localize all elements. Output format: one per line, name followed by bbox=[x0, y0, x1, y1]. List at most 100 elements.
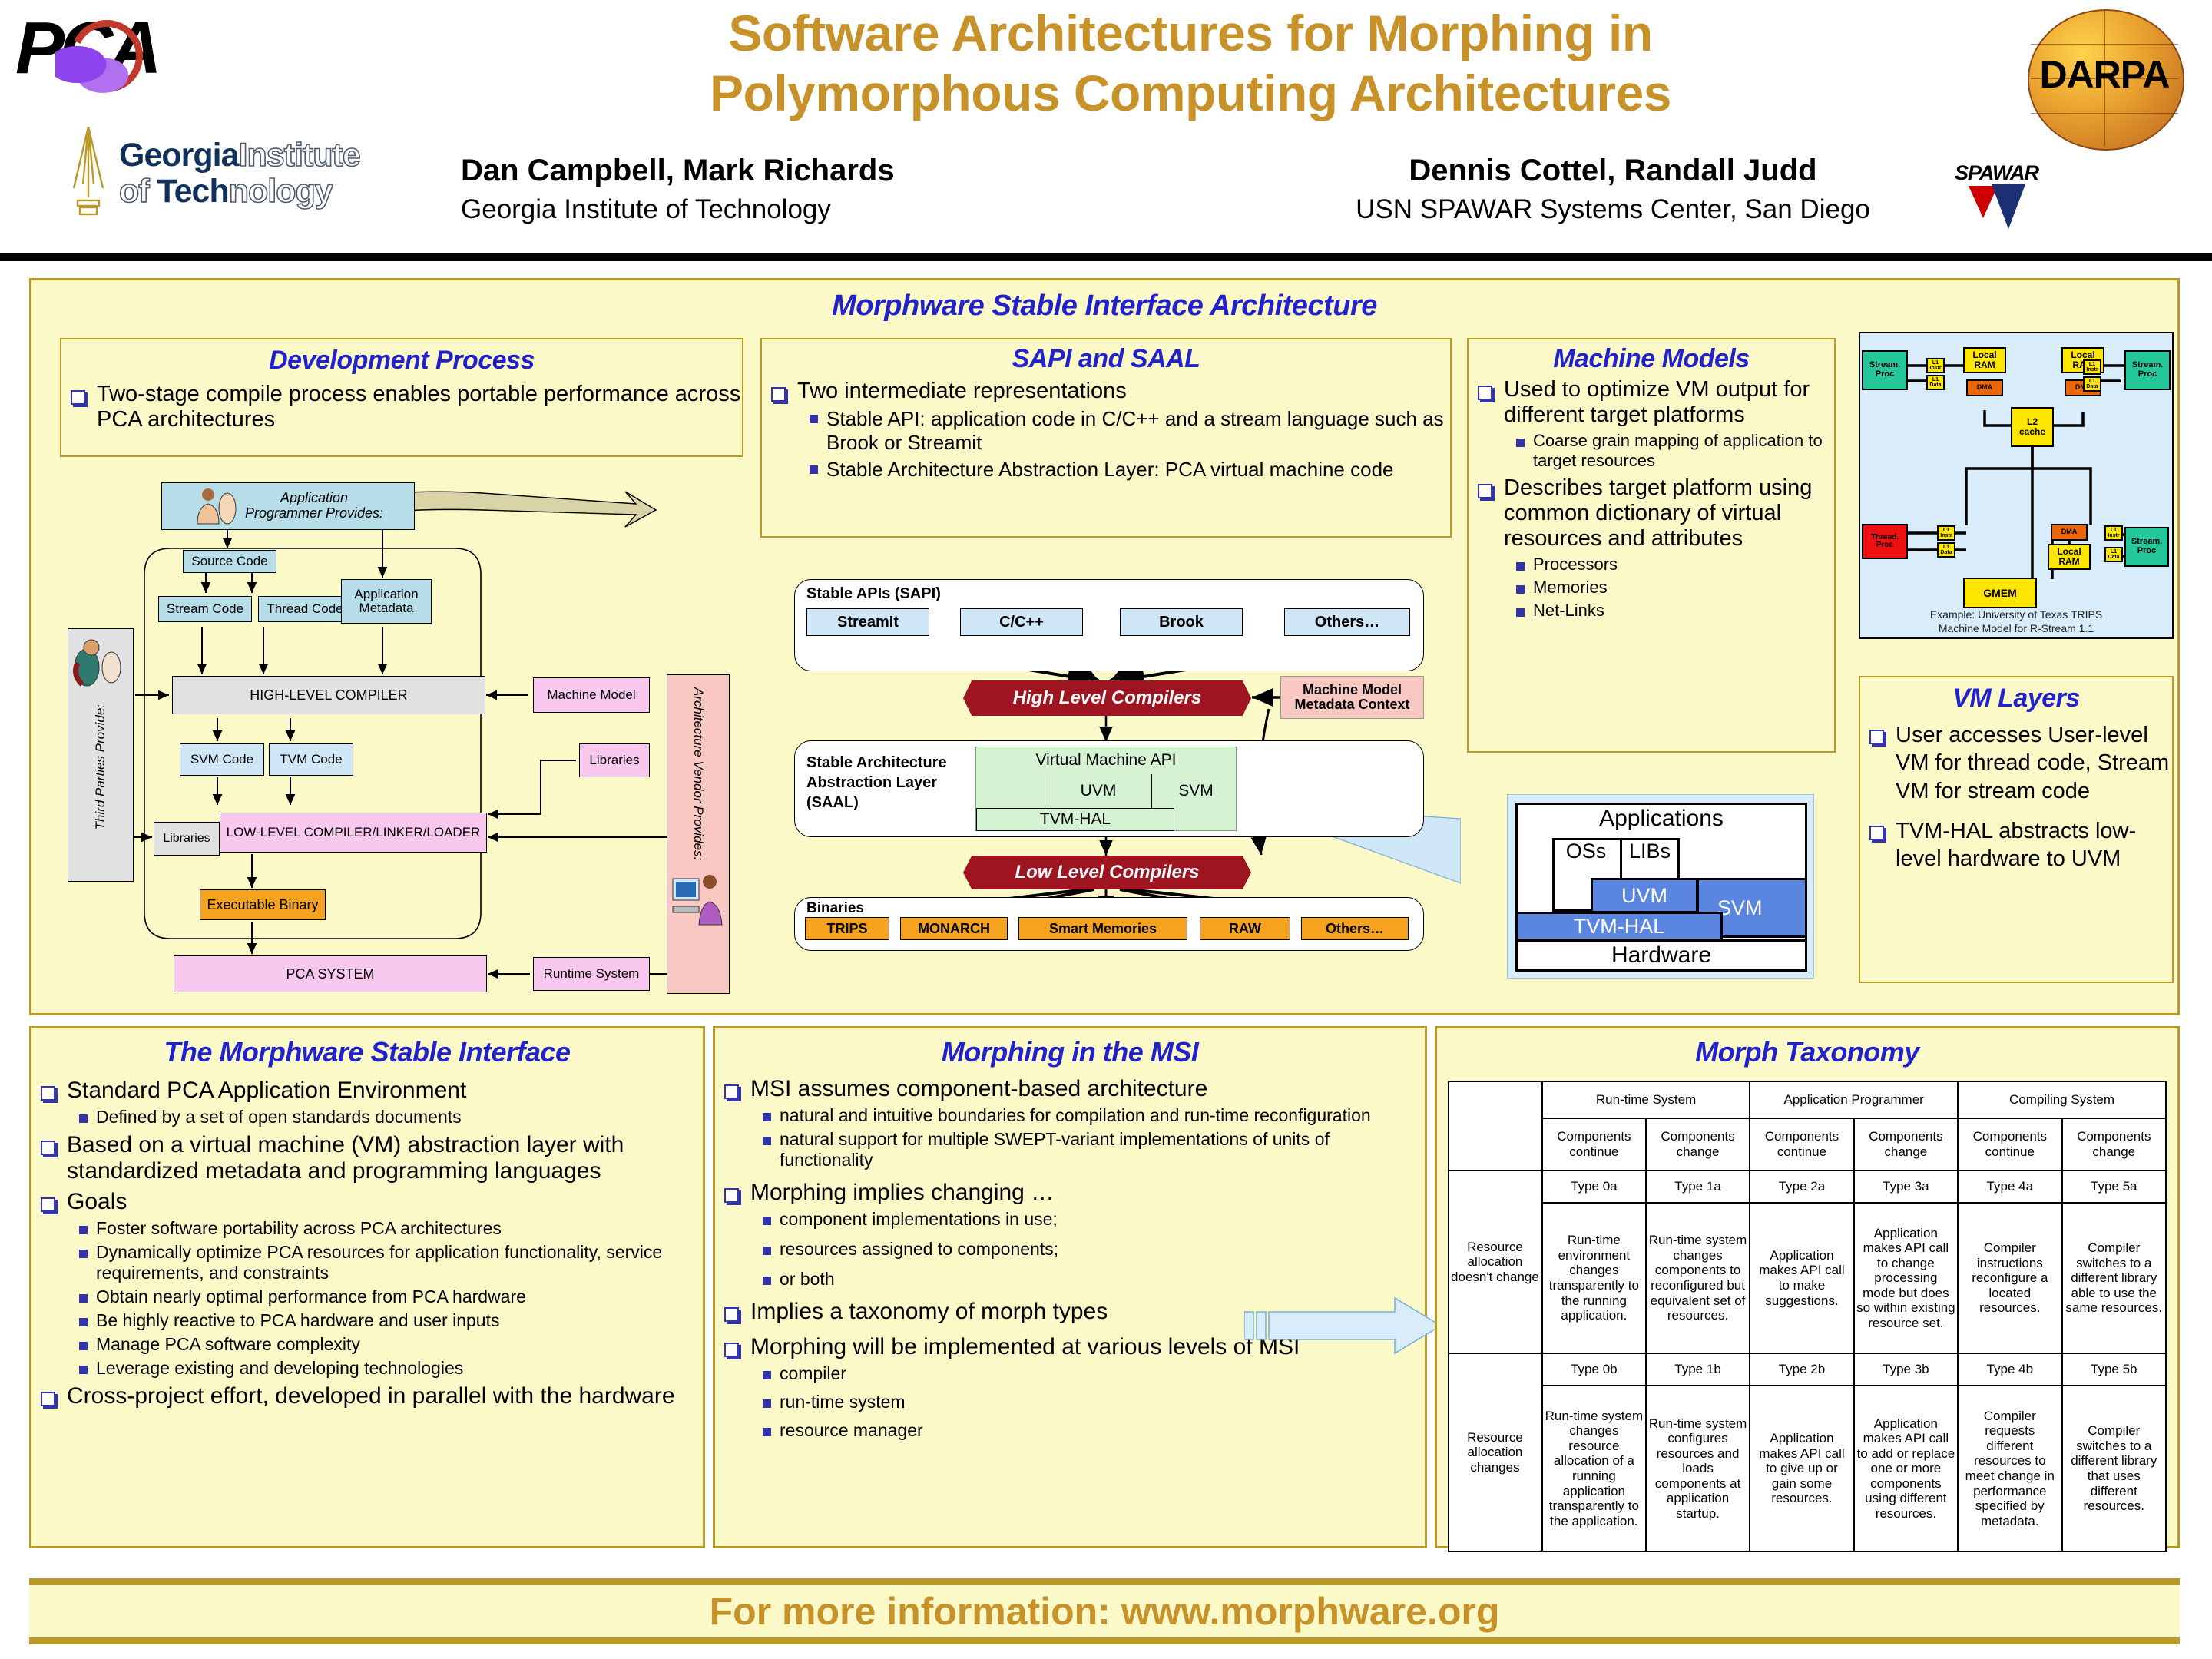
list-item: Two intermediate representations Stable … bbox=[762, 379, 1450, 482]
taxonomy-desc-cell: Compiler switches to a different library… bbox=[2061, 1202, 2167, 1354]
list-item: Coarse grain mapping of application to t… bbox=[1504, 431, 1834, 471]
taxonomy-type-cell: Type 2a bbox=[1749, 1170, 1855, 1204]
taxonomy-desc-cell: Application makes API call to make sugge… bbox=[1749, 1202, 1855, 1354]
libraries-third-party-box: Libraries bbox=[154, 822, 220, 856]
trips-node-label: L1 bbox=[1932, 359, 1939, 366]
trips-dma-1: DMA bbox=[1966, 379, 2003, 396]
taxonomy-group-header-runtime: Run-time System bbox=[1541, 1081, 1751, 1119]
morph-taxonomy-panel: Morph Taxonomy Run-time System Applicati… bbox=[1435, 1026, 2180, 1552]
svm-code-box: SVM Code bbox=[180, 743, 264, 776]
trips-l2-cache: L2 cache bbox=[2011, 407, 2054, 447]
trips-local-ram-3: Local RAM bbox=[2048, 544, 2091, 570]
table-row: Run-time System Application Programmer C… bbox=[1447, 1081, 2167, 1171]
development-process-diagram: Application Programmer Provides: Source … bbox=[60, 476, 751, 1006]
development-flow-connectors bbox=[134, 491, 667, 979]
third-party-person-icon bbox=[73, 639, 121, 687]
trips-l1-instr-2: L1 Instr bbox=[2083, 359, 2101, 375]
stream-code-box: Stream Code bbox=[158, 596, 252, 622]
taxonomy-table: Run-time System Application Programmer C… bbox=[1447, 1081, 2167, 1552]
trips-node-label: Data bbox=[1929, 382, 1942, 388]
programmer-person-icon bbox=[197, 488, 237, 525]
thread-code-box: Thread Code bbox=[258, 596, 352, 622]
morphing-in-msi-panel: Morphing in the MSI MSI assumes componen… bbox=[713, 1026, 1427, 1548]
saal-group-label: Stable Architecture Abstraction Layer (S… bbox=[806, 753, 947, 813]
authors-gatech-names: Dan Campbell, Mark Richards bbox=[461, 154, 895, 187]
sapi-box-brook: Brook bbox=[1120, 608, 1243, 636]
taxonomy-desc-cell: Compiler instructions reconfigure a loca… bbox=[1957, 1202, 2063, 1354]
vendor-person-computer-icon bbox=[672, 875, 723, 926]
trips-caption-line-1: Example: University of Texas TRIPS bbox=[1929, 608, 2103, 621]
trips-node-label: cache bbox=[2018, 426, 2046, 437]
table-row: Resource allocation changes Type 0b Type… bbox=[1447, 1353, 2167, 1552]
list-item: Memories bbox=[1504, 578, 1834, 598]
gt-word-tech: Tech bbox=[157, 173, 230, 210]
taxonomy-type-cell: Type 1b bbox=[1644, 1353, 1751, 1386]
authors-gatech: Dan Campbell, Mark Richards Georgia Inst… bbox=[461, 154, 1060, 225]
darpa-globe-parallel bbox=[2031, 44, 2178, 45]
taxonomy-desc-cell: Run-time system configures resources and… bbox=[1644, 1385, 1751, 1552]
trips-l1-instr-3: L1 Instr bbox=[1937, 525, 1955, 541]
trips-stream-proc-1: Stream. Proc bbox=[1862, 350, 1908, 390]
taxonomy-row-label-changes: Resource allocation changes bbox=[1447, 1353, 1543, 1552]
trips-node-label: L1 bbox=[1942, 527, 1950, 533]
taxonomy-type-cell: Type 4a bbox=[1957, 1170, 2063, 1204]
trips-diagram-caption: Example: University of Texas TRIPS Machi… bbox=[1860, 608, 2172, 635]
list-item-label: Standard PCA Application Environment bbox=[67, 1078, 467, 1103]
gt-word-institute: Institute bbox=[238, 137, 362, 174]
footer-banner: For more information: www.morphware.org bbox=[29, 1578, 2180, 1644]
taxonomy-desc-cell: Application makes API call to give up or… bbox=[1749, 1385, 1855, 1552]
trips-node-label: RAM bbox=[2058, 556, 2080, 567]
list-item: component implementations in use; bbox=[750, 1209, 1425, 1230]
taxonomy-subheader: Components continue bbox=[1541, 1118, 1647, 1171]
high-level-compiler-box: HIGH-LEVEL COMPILER bbox=[172, 676, 485, 714]
list-item: natural and intuitive boundaries for com… bbox=[750, 1105, 1425, 1126]
trips-node-label: RAM bbox=[1974, 359, 1995, 370]
list-item: TVM-HAL abstracts low-level hardware to … bbox=[1860, 817, 2172, 873]
list-item: Defined by a set of open standards docum… bbox=[67, 1107, 703, 1128]
morphing-subbullets-1: natural and intuitive boundaries for com… bbox=[750, 1105, 1425, 1171]
trips-node-label: Stream. Proc bbox=[2131, 537, 2163, 555]
trips-node-label: Instr bbox=[1929, 366, 1942, 371]
trips-machine-model-diagram: Stream. Proc L1 Instr L1 Data Local RAM … bbox=[1859, 332, 2174, 639]
gt-wordmark: GeorgiaInstitute of Technology bbox=[118, 137, 362, 210]
architecture-vendor-bar: Architecture Vendor Provides: bbox=[667, 674, 730, 994]
tvm-hal-box: TVM-HAL bbox=[976, 808, 1174, 831]
saal-label-line-2: Abstraction Layer bbox=[806, 774, 938, 791]
trips-l1-data-3: L1 Data bbox=[1937, 542, 1955, 558]
trips-stream-proc-2: Stream. Proc bbox=[2124, 350, 2171, 390]
vm-stack-tvm-hal-box: TVM-HAL bbox=[1515, 912, 1723, 941]
trips-node-label: Stream. Proc bbox=[1869, 360, 1901, 379]
list-item: Stable Architecture Abstraction Layer: P… bbox=[797, 458, 1450, 482]
georgia-tech-logo: GeorgiaInstitute of Technology bbox=[46, 127, 430, 219]
vm-stack-diagram: Applications OSs LIBs UVM SVM TVM-HAL Ha… bbox=[1507, 794, 1814, 979]
list-item: Dynamically optimize PCA resources for a… bbox=[67, 1242, 703, 1283]
development-process-bullets: Two-stage compile process enables portab… bbox=[61, 382, 742, 432]
third-parties-label: Third Parties Provide: bbox=[92, 704, 108, 830]
sapi-saal-diagram: Stable APIs (SAPI) StreamIt C/C++ Brook … bbox=[785, 551, 1461, 959]
taxonomy-type-cell: Type 4b bbox=[1957, 1353, 2063, 1386]
vm-layers-bullets: User accesses User-level VM for thread c… bbox=[1860, 721, 2172, 873]
taxonomy-desc-cell: Application makes API call to add or rep… bbox=[1853, 1385, 1959, 1552]
app-programmer-label-line-1: Application bbox=[280, 490, 349, 506]
taxonomy-desc-cell: Run-time system changes resource allocat… bbox=[1541, 1385, 1647, 1552]
vm-stack-hardware-box: Hardware bbox=[1515, 939, 1807, 972]
msi-panel-title: The Morphware Stable Interface bbox=[164, 1036, 571, 1068]
saal-label-line-1: Stable Architecture bbox=[806, 754, 947, 771]
binary-box-monarch: MONARCH bbox=[900, 917, 1008, 940]
machine-models-title: Machine Models bbox=[1553, 344, 1750, 373]
taxonomy-subheader: Components continue bbox=[1957, 1118, 2063, 1171]
machine-model-note-line-2: Metadata Context bbox=[1294, 697, 1410, 712]
app-metadata-line-1: Application bbox=[354, 587, 419, 602]
gt-tower-icon bbox=[72, 127, 104, 216]
trips-node-label: L1 bbox=[2110, 527, 2118, 533]
taxonomy-desc-cell: Application makes API call to change pro… bbox=[1853, 1202, 1959, 1354]
list-item: Standard PCA Application Environment Def… bbox=[31, 1078, 703, 1128]
morphing-panel-title: Morphing in the MSI bbox=[941, 1036, 1199, 1068]
table-row: Components continue Components change Co… bbox=[1449, 1118, 2167, 1171]
sapi-box-cpp: C/C++ bbox=[960, 608, 1083, 636]
trips-thread-proc: Thread. Proc bbox=[1862, 524, 1908, 559]
taxonomy-type-cell: Type 0a bbox=[1541, 1170, 1647, 1204]
list-item: Based on a virtual machine (VM) abstract… bbox=[31, 1132, 703, 1184]
table-row: Run-time system changes resource allocat… bbox=[1449, 1385, 2167, 1552]
taxonomy-group-header-compiling: Compiling System bbox=[1957, 1081, 2167, 1119]
